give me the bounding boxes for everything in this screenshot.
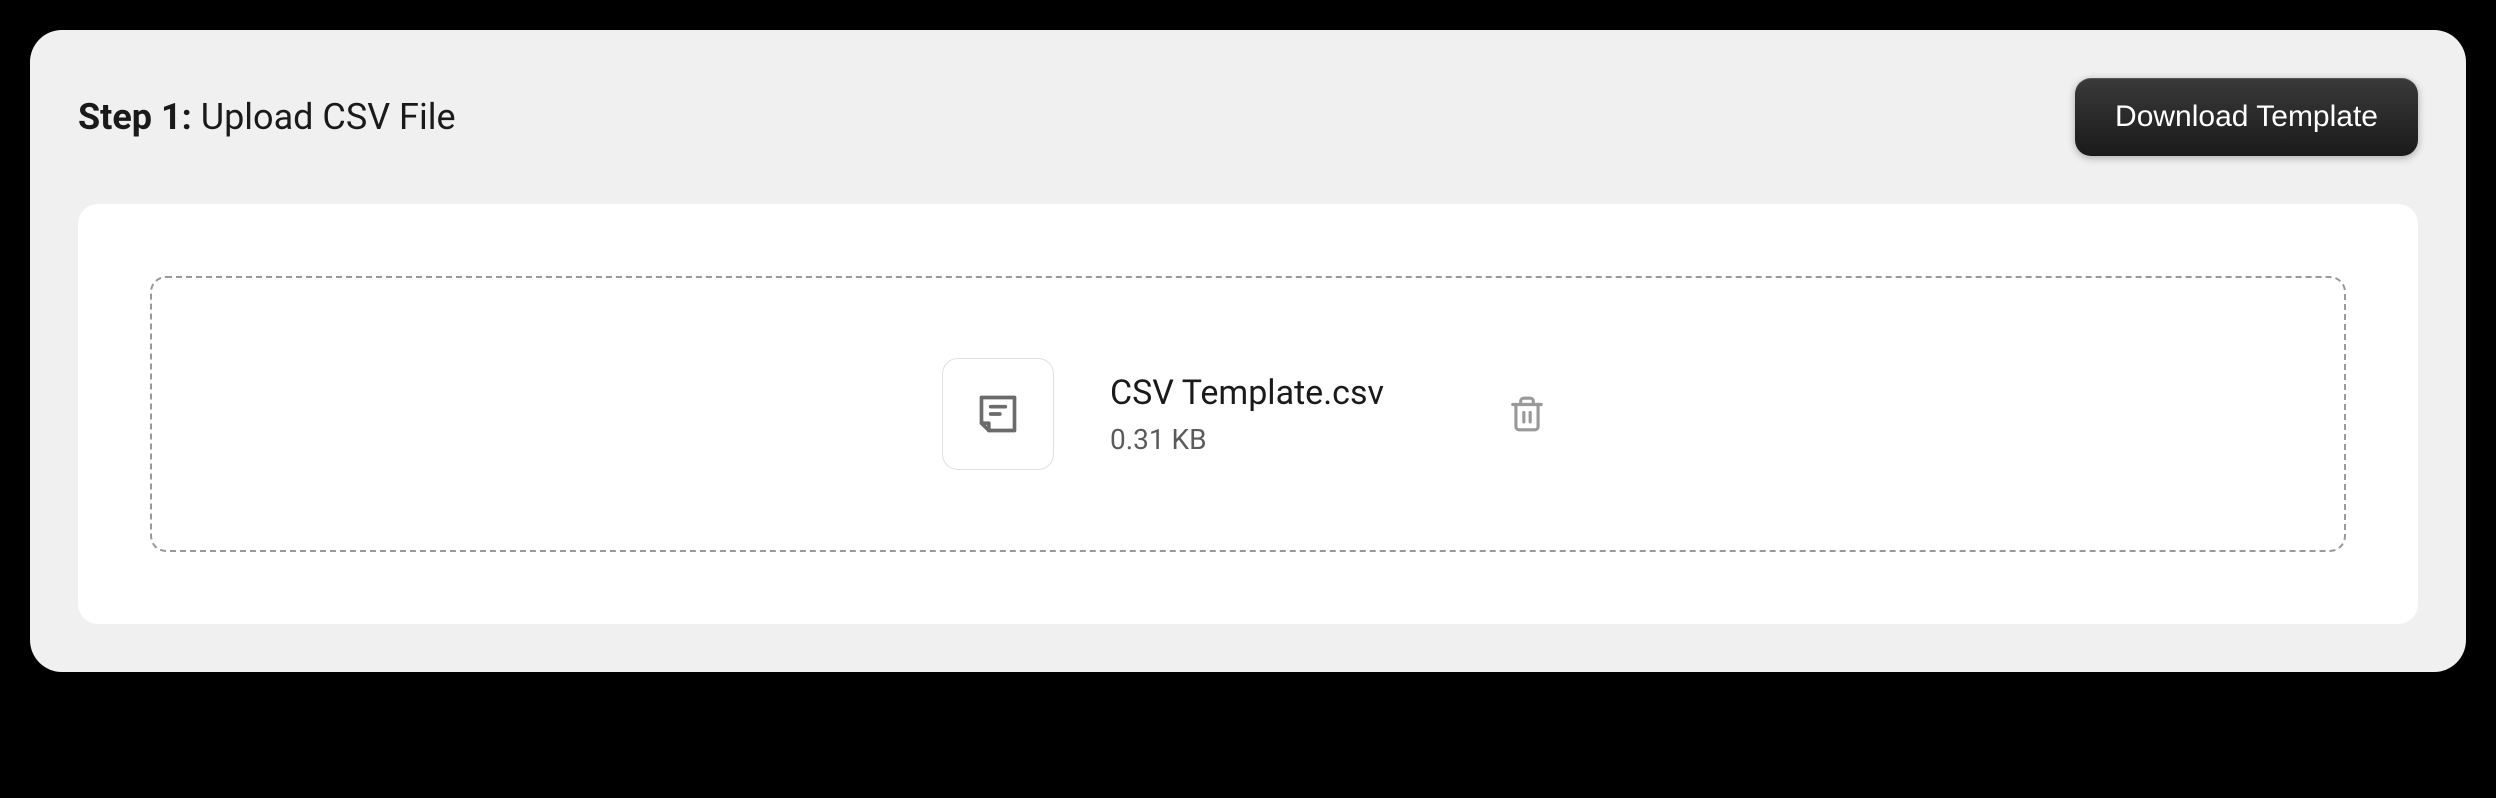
file-icon-container [942,358,1054,470]
step-label: Upload CSV File [201,96,456,138]
upload-step-card: Step 1: Upload CSV File Download Templat… [30,30,2466,672]
file-size: 0.31 KB [1110,423,1384,456]
trash-icon [1508,395,1546,433]
file-info: CSV Template.csv 0.31 KB [1110,373,1384,456]
file-name: CSV Template.csv [1110,373,1384,413]
card-header: Step 1: Upload CSV File Download Templat… [78,78,2418,156]
step-title: Step 1: Upload CSV File [78,96,456,138]
download-template-button[interactable]: Download Template [2075,78,2418,156]
step-prefix: Step 1: [78,96,192,138]
delete-file-button[interactable] [1500,387,1554,441]
file-dropzone[interactable]: CSV Template.csv 0.31 KB [150,276,2346,552]
note-icon [976,392,1020,436]
upload-panel: CSV Template.csv 0.31 KB [78,204,2418,624]
